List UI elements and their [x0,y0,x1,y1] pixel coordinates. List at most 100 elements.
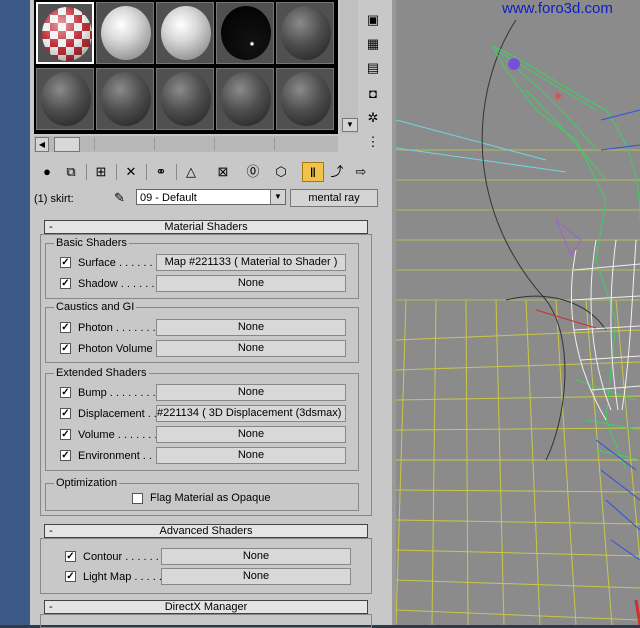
scrollbar-thumb[interactable] [54,137,80,152]
surface-map-button[interactable]: Map #221133 ( Material to Shader ) [156,254,346,271]
directx-manager-rollout-body [40,614,372,628]
shadow-row: ✓ Shadow . . . . . . None [28,275,348,293]
sample-slot-9[interactable] [216,68,274,130]
background-icon[interactable]: ▦ [362,34,384,54]
row-label: Environment . . . [78,450,159,462]
bump-map-button[interactable]: None [156,384,346,401]
shadow-checkbox[interactable]: ✓ [60,278,71,289]
displacement-checkbox[interactable]: ✓ [60,408,71,419]
get-material-icon[interactable]: ● [36,162,58,182]
advanced-shaders-rollout-body: ✓ Contour . . . . . . None ✓ Light Map .… [40,538,372,594]
group-title: Extended Shaders [54,367,149,379]
optimization-group: Optimization Flag Material as Opaque [45,477,359,511]
material-name-row: (1) skirt: ✎ 09 - Default ▼ mental ray [34,188,388,208]
volume-checkbox[interactable]: ✓ [60,429,71,440]
checker-sphere-icon [42,7,92,61]
volume-row: ✓ Volume . . . . . . . None [28,426,348,444]
row-label: Volume . . . . . . . [78,429,158,441]
photon-volume-map-button[interactable]: None [156,340,346,357]
sample-type-icon[interactable]: ▣ [362,10,384,30]
sample-slot-2[interactable] [96,2,154,64]
row-label: Surface . . . . . . [78,257,153,269]
slots-horizontal-scrollbar[interactable]: ◀ [34,136,338,152]
material-type-button[interactable]: mental ray [290,189,378,207]
assign-to-selection-icon[interactable]: ⊞ [90,162,112,182]
go-forward-sibling-icon[interactable]: ⇨ [350,162,372,182]
dropdown-arrow-icon[interactable]: ▼ [270,190,285,204]
material-editor-panel: ▼ ◀ ▣ ▦ ▤ ◘ ✲ ⋮ ● ⧉ ⊞ ✕ ⚭ △ ⊠ ⓪ ⬡ Ⅱ ⤴ ⇨ … [28,0,392,628]
displacement-map-button[interactable]: #221134 ( 3D Displacement (3dsmax) ) [156,405,346,422]
volume-map-button[interactable]: None [156,426,346,443]
sphere-icon [41,72,91,126]
wireframe-scene [396,19,640,625]
photon-volume-row: ✓ Photon Volume . . None [28,340,348,358]
surface-checkbox[interactable]: ✓ [60,257,71,268]
directx-manager-rollout-header[interactable]: - DirectX Manager [44,600,368,614]
displacement-row: ✓ Displacement . . . #221134 ( 3D Displa… [28,405,348,423]
flag-opaque-checkbox[interactable] [132,493,143,504]
photon-map-button[interactable]: None [156,319,346,336]
light-map-checkbox[interactable]: ✓ [65,571,76,582]
effects-channel-icon[interactable]: ⓪ [242,162,264,182]
photon-volume-checkbox[interactable]: ✓ [60,343,71,354]
show-map-icon[interactable]: ⬡ [270,162,292,182]
sample-uv-tiling-icon[interactable]: ▤ [362,58,384,78]
collapse-minus-icon: - [49,221,53,233]
shadow-map-button[interactable]: None [156,275,346,292]
sphere-icon [221,6,271,60]
scroll-down-arrow-icon[interactable]: ▼ [342,118,358,132]
eyedropper-icon[interactable]: ✎ [114,190,125,206]
make-unique-icon[interactable]: △ [180,162,202,182]
material-name-combo[interactable]: 09 - Default ▼ [136,189,286,205]
row-label: Displacement . . . [78,408,163,420]
options-icon[interactable]: ✲ [362,108,384,128]
row-label: Light Map . . . . . [83,571,162,583]
environment-map-button[interactable]: None [156,447,346,464]
contour-checkbox[interactable]: ✓ [65,551,76,562]
bump-checkbox[interactable]: ✓ [60,387,71,398]
contour-row: ✓ Contour . . . . . . None [33,548,353,566]
row-label: Contour . . . . . . [83,551,159,563]
sample-slot-4[interactable] [216,2,274,64]
slots-vertical-scrollbar[interactable]: ▼ [340,0,358,134]
sphere-icon [161,72,211,126]
put-to-library-icon[interactable]: ⊠ [212,162,234,182]
photon-row: ✓ Photon . . . . . . . None [28,319,348,337]
rollout-title: Advanced Shaders [159,525,253,537]
object-label: (1) skirt: [34,193,74,205]
sample-slots [34,0,338,134]
3d-viewport[interactable]: www.foro3d.com [396,0,640,625]
sample-slot-1[interactable] [36,2,94,64]
sample-slot-3[interactable] [156,2,214,64]
scroll-left-arrow-icon[interactable]: ◀ [35,137,49,152]
go-to-parent-icon[interactable]: ⤴ [326,162,348,182]
contour-map-button[interactable]: None [161,548,351,565]
make-copy-icon[interactable]: ⚭ [150,162,172,182]
caustics-gi-group: Caustics and GI ✓ Photon . . . . . . . N… [45,301,359,363]
light-map-row: ✓ Light Map . . . . . None [33,568,353,586]
sample-slot-5[interactable] [276,2,334,64]
left-edge-strip [0,0,30,625]
sample-slot-7[interactable] [96,68,154,130]
advanced-shaders-rollout-header[interactable]: - Advanced Shaders [44,524,368,538]
light-map-button[interactable]: None [161,568,351,585]
material-map-navigator-icon[interactable]: ⋮ [362,132,384,152]
sample-slot-10[interactable] [276,68,334,130]
photon-checkbox[interactable]: ✓ [60,322,71,333]
basic-shaders-group: Basic Shaders ✓ Surface . . . . . . Map … [45,237,359,299]
sphere-icon [101,6,151,60]
group-title: Optimization [54,477,120,489]
video-color-check-icon[interactable]: ◘ [362,84,384,104]
sphere-icon [161,6,211,60]
environment-checkbox[interactable]: ✓ [60,450,71,461]
row-label: Photon . . . . . . . [78,322,156,334]
material-shaders-rollout-header[interactable]: - Material Shaders [44,220,368,234]
sphere-icon [281,72,331,126]
delete-x-icon[interactable]: ✕ [120,162,142,182]
group-title: Basic Shaders [54,237,129,249]
sample-slot-6[interactable] [36,68,94,130]
material-toolbar: ● ⧉ ⊞ ✕ ⚭ △ ⊠ ⓪ ⬡ Ⅱ ⤴ ⇨ [34,160,384,184]
put-to-scene-icon[interactable]: ⧉ [60,162,82,182]
sample-slot-8[interactable] [156,68,214,130]
show-end-result-icon[interactable]: Ⅱ [302,162,324,182]
